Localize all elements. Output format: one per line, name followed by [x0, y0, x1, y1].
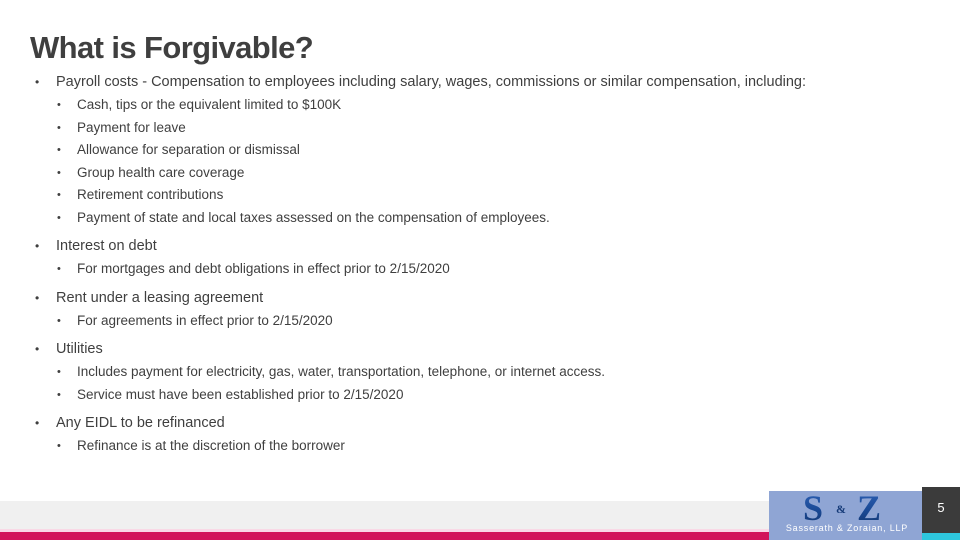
bullet-text: Interest on debt	[56, 238, 157, 254]
page-number: 5	[937, 500, 945, 515]
bullet-item-level-1: • Interest on debt	[30, 235, 930, 258]
bullet-text: Rent under a leasing agreement	[56, 289, 264, 306]
svg-text:Z: Z	[857, 491, 881, 525]
bullet-marker-icon: •	[57, 189, 61, 201]
bullet-item-level-2: • Payment for leave	[30, 117, 930, 140]
bullet-item-level-2: • Cash, tips or the equivalent limited to…	[30, 94, 930, 117]
bullet-text: Cash, tips or the equivalent limited to …	[77, 97, 342, 112]
bullet-text: Refinance is at the discretion of the bo…	[77, 438, 345, 453]
bullet-item-level-2: • Retirement contributions	[30, 184, 930, 207]
bullet-text: Includes payment for electricity, gas, w…	[77, 364, 606, 379]
bullet-marker-icon: •	[57, 314, 61, 327]
bullet-marker-icon: •	[57, 166, 61, 179]
bullet-item-level-2: • Group health care coverage	[30, 162, 930, 185]
bullet-item-level-2: • Refinance is at the discretion of the b…	[30, 435, 930, 458]
bullet-item-level-2: • Includes payment for electricity, gas, …	[30, 361, 930, 384]
bullet-item-level-2: • Service must have been established prio…	[30, 384, 930, 407]
bullet-marker-icon: •	[57, 440, 61, 452]
bullet-text: Retirement contributions	[77, 187, 224, 202]
bullet-text: Payment of state and local taxes assesse…	[77, 209, 550, 225]
bullet-marker-icon: •	[35, 239, 40, 253]
bullet-item-level-2: • Payment of state and local taxes assess…	[30, 207, 930, 230]
bullet-item-level-2: • For agreements in effect prior to 2/15/…	[30, 310, 930, 333]
bullet-text: Group health care coverage	[77, 164, 245, 180]
bullet-marker-icon: •	[57, 144, 61, 156]
bullet-marker-icon: •	[35, 290, 40, 305]
bullet-item-level-2: • Allowance for separation or dismissal	[30, 139, 930, 162]
bullet-marker-icon: •	[57, 99, 61, 111]
bullet-item-level-1: • Utilities	[30, 338, 930, 361]
bullet-text: For mortgages and debt obligations in ef…	[77, 261, 450, 276]
bullet-marker-icon: •	[57, 263, 61, 275]
bullet-marker-icon: •	[57, 366, 61, 378]
slide-canvas: What is Forgivable? • Payroll costs - Com…	[0, 0, 960, 540]
page-number-accent	[922, 533, 960, 540]
bullet-text: Utilities	[56, 341, 103, 357]
sz-monogram-icon: S Z &	[769, 491, 925, 528]
bullet-text: Any EIDL to be refinanced	[56, 415, 225, 431]
bullet-marker-icon: •	[57, 211, 61, 224]
bullet-marker-icon: •	[35, 416, 40, 430]
bullet-text: Allowance for separation or dismissal	[77, 142, 300, 157]
company-logo-panel: S Z & Sasserath & Zoraian, LLP	[769, 491, 925, 540]
bullet-item-level-1: • Any EIDL to be refinanced	[30, 412, 930, 435]
svg-text:S: S	[803, 491, 823, 525]
bullet-marker-icon: •	[35, 342, 40, 356]
bullet-item-level-1: • Payroll costs - Compensation to employe…	[30, 71, 930, 94]
bullet-marker-icon: •	[57, 121, 61, 134]
bullet-text: Payroll costs - Compensation to employee…	[56, 74, 807, 90]
svg-text:&: &	[836, 502, 846, 516]
page-title: What is Forgivable?	[30, 30, 314, 65]
bullet-text: For agreements in effect prior to 2/15/2…	[77, 312, 333, 328]
bullet-marker-icon: •	[57, 388, 61, 401]
company-name-label: Sasserath & Zoraian, LLP	[785, 523, 909, 533]
bullet-list: • Payroll costs - Compensation to employe…	[30, 71, 930, 458]
bullet-marker-icon: •	[35, 75, 40, 89]
bullet-text: Payment for leave	[77, 119, 186, 135]
bullet-text: Service must have been established prior…	[77, 386, 404, 402]
bullet-item-level-2: • For mortgages and debt obligations in e…	[30, 258, 930, 281]
page-number-block: 5	[922, 487, 960, 533]
bullet-item-level-1: • Rent under a leasing agreement	[30, 287, 930, 310]
